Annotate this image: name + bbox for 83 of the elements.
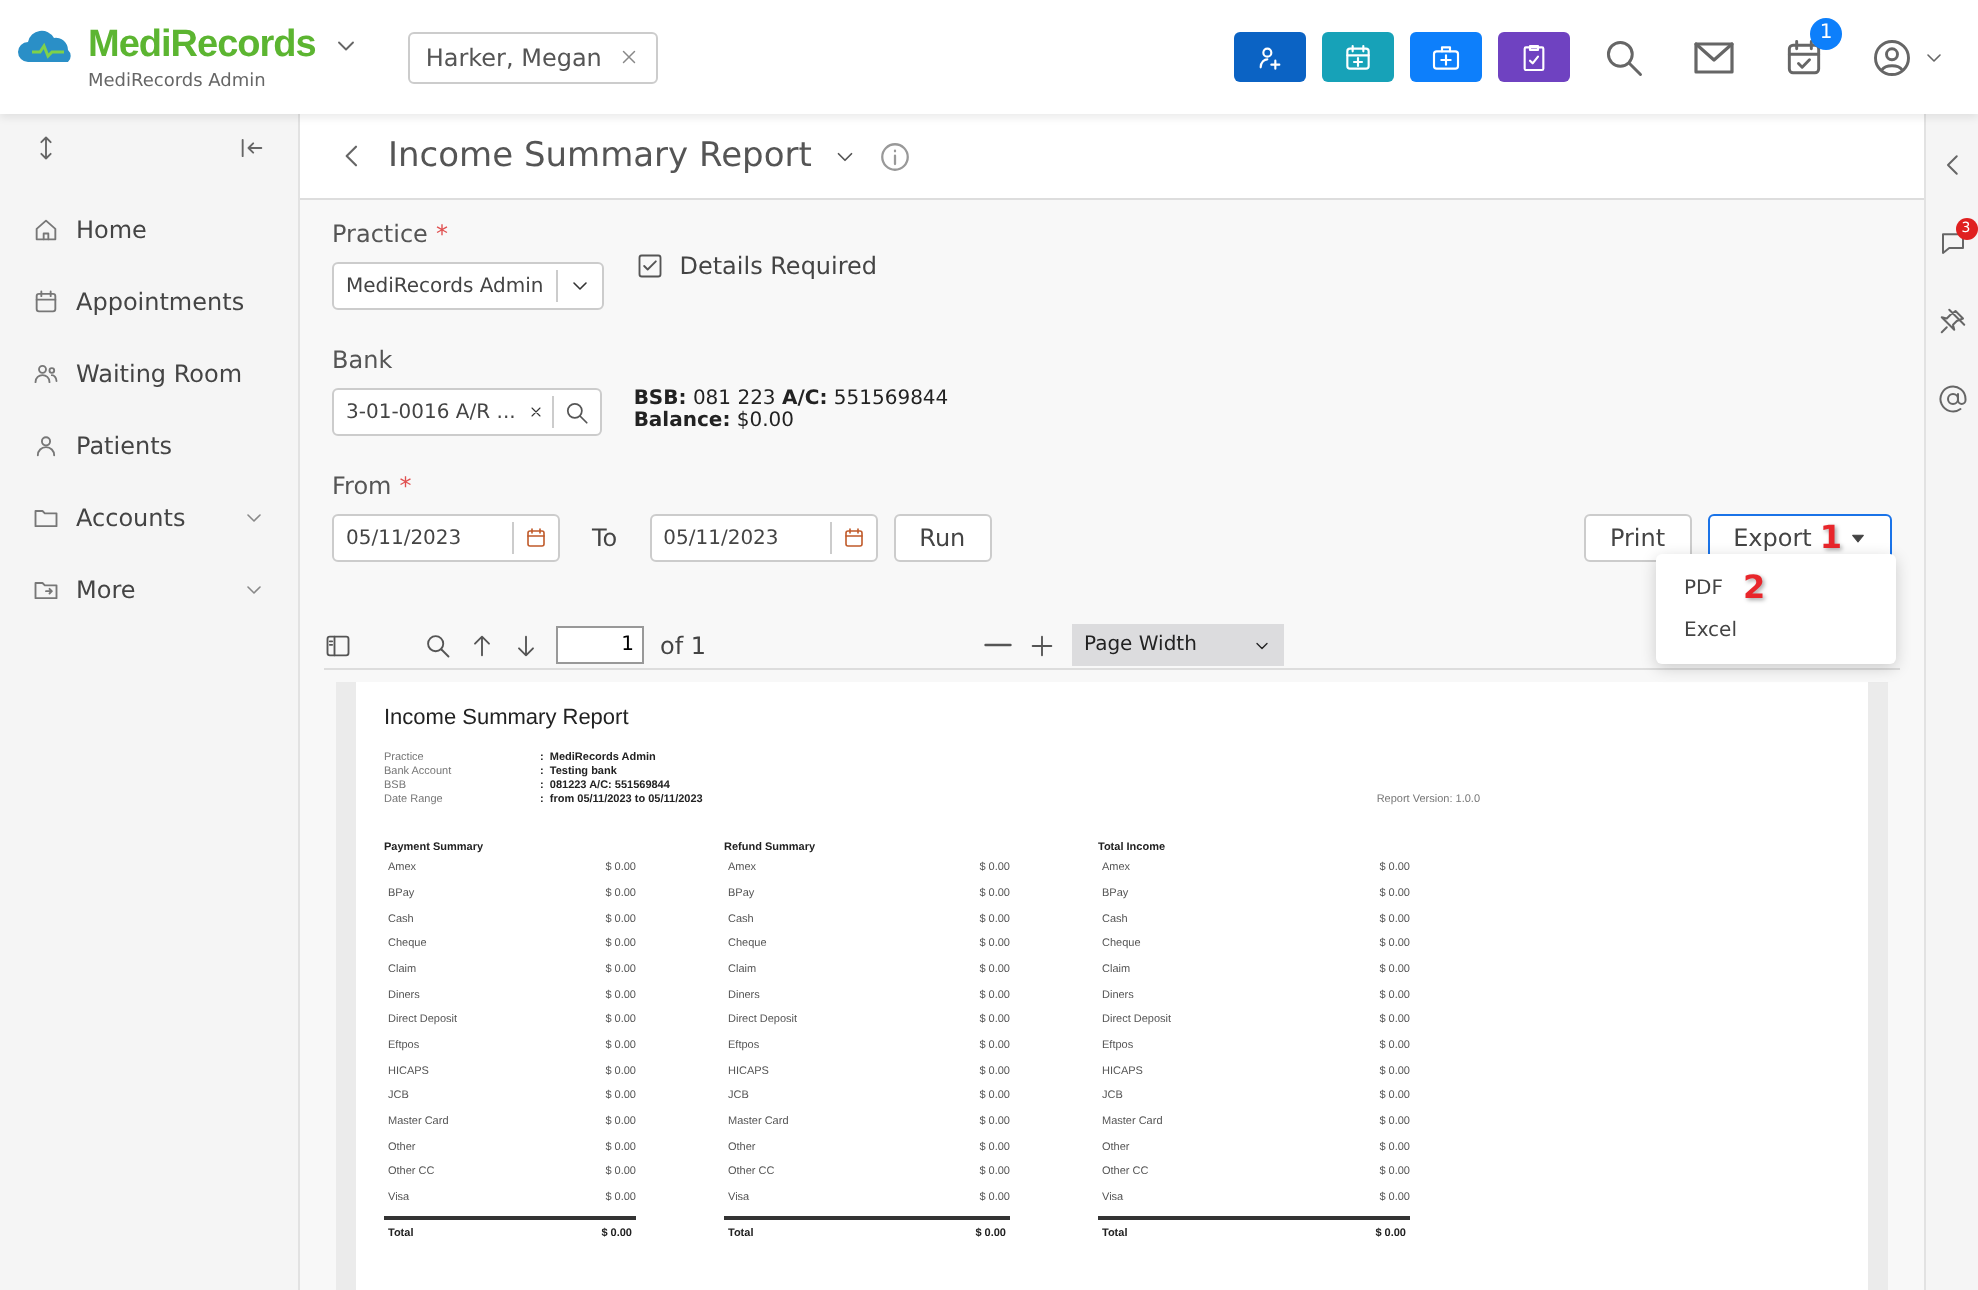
practice-select[interactable]: MediRecords Admin (332, 262, 604, 310)
pin-icon (1937, 306, 1967, 336)
close-icon (617, 46, 640, 68)
calendar-plus-icon (1342, 41, 1374, 73)
sidebar-item[interactable]: Accounts (0, 482, 298, 554)
date-field[interactable]: 05/11/2023 (332, 514, 560, 562)
step-marker: 1 (1819, 522, 1842, 554)
user-avatar-icon (1870, 35, 1914, 79)
calendar-icon (841, 526, 866, 550)
collapse-icon (238, 134, 266, 162)
quick-action-button[interactable] (1234, 32, 1306, 82)
search-icon (563, 399, 590, 425)
quick-action-button[interactable] (1498, 32, 1570, 82)
print-button[interactable]: Print (1583, 514, 1692, 562)
folder-icon (32, 504, 60, 532)
calendar-icon (524, 526, 548, 550)
search-icon (424, 631, 452, 659)
required-mark: * (435, 218, 448, 252)
notification-badge: 1 (1810, 17, 1842, 49)
details-required-checkbox[interactable]: Details Required (635, 248, 878, 284)
page-title: Income Summary Report (388, 135, 812, 177)
search-button[interactable] (424, 631, 452, 659)
practice-name: MediRecords Admin (88, 70, 268, 96)
page-count: of 1 (660, 629, 707, 663)
user-menu-button[interactable] (1870, 35, 1946, 79)
bank-details: BSB: 081 223 A/C: 551569844 (633, 388, 949, 410)
field-label: From (332, 470, 392, 504)
people-icon (32, 360, 60, 388)
menu-item-label: PDF (1684, 575, 1723, 603)
calendar-check-icon (1782, 35, 1826, 79)
next-page-button[interactable] (512, 631, 540, 659)
folder-arrow-icon (32, 576, 60, 604)
sidebar-item[interactable]: Patients (0, 410, 298, 482)
tasks-button[interactable] (1782, 35, 1826, 79)
zoom-select[interactable]: Page Width (1072, 624, 1284, 666)
sidebar-item[interactable]: More (0, 554, 298, 626)
report-title: Income Summary Report (384, 706, 631, 733)
pin-button[interactable] (1937, 306, 1967, 336)
field-label: Practice (332, 218, 428, 252)
field-label: Bank (332, 344, 393, 378)
quick-action-button[interactable] (1322, 32, 1394, 82)
patient-tab[interactable]: Harker, Megan (407, 31, 658, 83)
page-number-field[interactable]: 1 (556, 626, 644, 664)
export-menu-item[interactable]: Excel (1656, 610, 1896, 652)
info-icon (877, 139, 912, 173)
arrow-down-icon (512, 631, 540, 659)
zoom-out-button[interactable] (984, 642, 1012, 648)
previous-page-button[interactable] (468, 631, 496, 659)
bank-search-field[interactable]: 3-01-0016 A/R ... (332, 388, 602, 436)
plus-icon (1028, 631, 1056, 659)
sidebar-item[interactable]: Home (0, 194, 298, 266)
at-sign-icon (1937, 384, 1967, 414)
collapse-sidebar-button[interactable] (238, 134, 266, 162)
calendar-icon (32, 288, 60, 316)
sidebar-item[interactable]: Waiting Room (0, 338, 298, 410)
to-label: To (592, 522, 618, 556)
arrow-up-icon (468, 631, 496, 659)
quick-action-button[interactable] (1410, 32, 1482, 82)
sidebar-item[interactable]: Appointments (0, 266, 298, 338)
home-icon (32, 216, 60, 244)
checked-box-icon (635, 252, 664, 280)
clear-icon (527, 403, 544, 420)
bank-balance: Balance: $0.00 (633, 410, 796, 432)
brand-name: MediRecords (88, 21, 316, 69)
mentions-button[interactable] (1937, 384, 1967, 414)
required-mark: * (399, 470, 412, 504)
minus-icon (984, 642, 1012, 648)
date-field[interactable]: 05/11/2023 (649, 514, 878, 562)
search-icon (1602, 35, 1646, 79)
step-marker: 2 (1742, 572, 1766, 604)
run-button[interactable]: Run (893, 514, 992, 562)
close-tab-button[interactable] (617, 46, 640, 68)
sidebar-toggle-button[interactable] (324, 631, 352, 659)
export-menu-item[interactable]: PDF 2 (1656, 566, 1896, 610)
clipboard-check-icon (1518, 41, 1550, 73)
search-button[interactable] (1602, 35, 1646, 79)
person-icon (32, 432, 60, 460)
zoom-in-button[interactable] (1028, 631, 1056, 659)
sidebar-icon (324, 631, 352, 659)
medical-kit-icon (1430, 41, 1462, 73)
menu-item-label: Excel (1684, 618, 1737, 646)
patient-tab-label: Harker, Megan (425, 41, 602, 75)
caret-icon (1850, 530, 1866, 546)
